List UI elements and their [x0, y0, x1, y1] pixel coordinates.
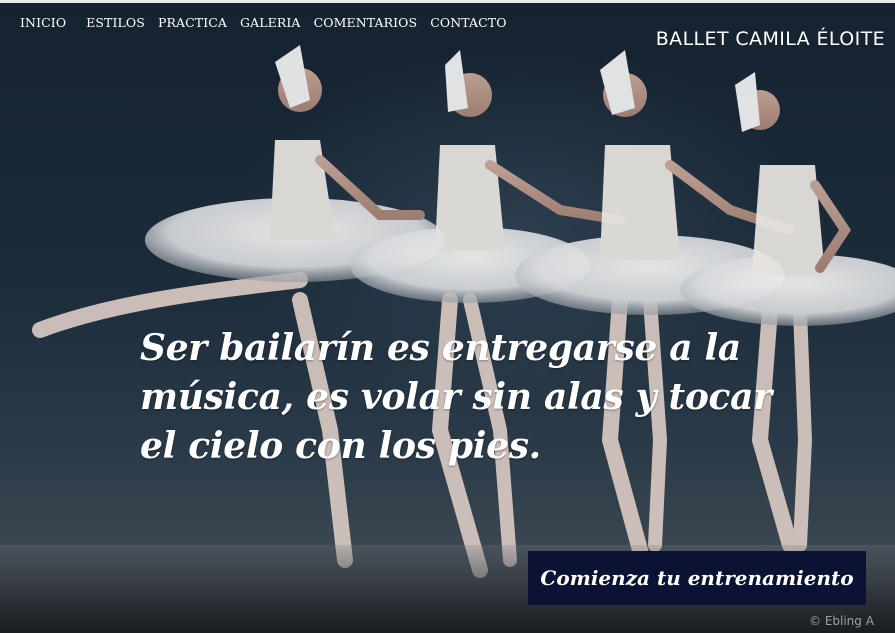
nav-item-contacto[interactable]: CONTACTO [430, 15, 506, 30]
dancer-4 [680, 72, 895, 553]
hero-quote-line: el cielo con los pies. [140, 425, 541, 467]
hero-quote: Ser bailarín es entregarse a la música, … [140, 324, 860, 471]
dancer-2 [350, 50, 625, 578]
dancer-1 [32, 45, 445, 568]
nav-item-inicio[interactable]: INICIO [20, 15, 66, 30]
main-nav: INICIO ESTILOS PRACTICA GALERIA COMENTAR… [20, 15, 520, 30]
nav-item-comentarios[interactable]: COMENTARIOS [314, 15, 418, 30]
nav-item-estilos[interactable]: ESTILOS [86, 15, 145, 30]
nav-item-galeria[interactable]: GALERIA [240, 15, 301, 30]
start-training-button[interactable]: Comienza tu entrenamiento [528, 551, 866, 605]
hero-quote-line: música, es volar sin alas y tocar [140, 376, 772, 418]
nav-item-practica[interactable]: PRACTICA [158, 15, 227, 30]
brand-name: BALLET CAMILA ÉLOITE [655, 28, 885, 50]
hero-section: INICIO ESTILOS PRACTICA GALERIA COMENTAR… [0, 0, 895, 633]
hero-quote-line: Ser bailarín es entregarse a la [140, 327, 741, 369]
photo-credit: © Ebling A [809, 614, 874, 628]
ballerinas-photo [0, 45, 895, 633]
